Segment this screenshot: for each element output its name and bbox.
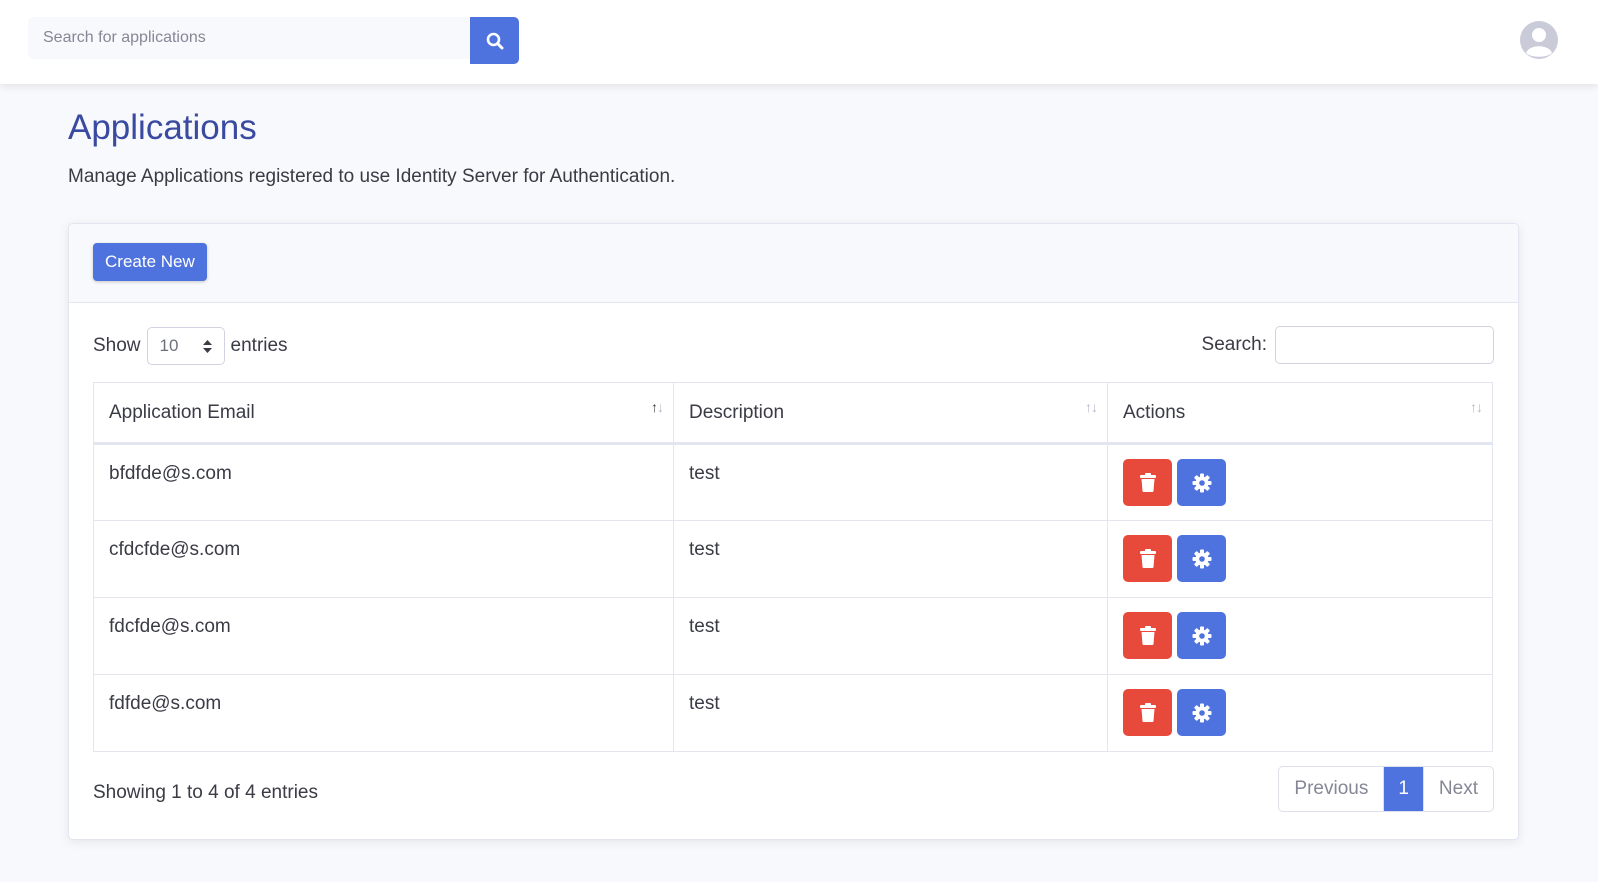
table-row: fdcfde@s.com test [93, 597, 1493, 675]
trash-icon [1139, 626, 1156, 645]
table-search-label: Search: [1201, 334, 1267, 355]
entries-label: entries [230, 335, 288, 356]
app-search [28, 17, 519, 64]
table-info: Showing 1 to 4 of 4 entries [93, 782, 318, 803]
entries-length-control: Show 10 entries [93, 327, 288, 365]
page-description: Manage Applications registered to use Id… [68, 166, 676, 187]
topbar [0, 0, 1598, 84]
previous-page-button[interactable]: Previous [1279, 767, 1385, 811]
pagination: Previous 1 Next [1278, 766, 1494, 812]
description-cell: test [673, 674, 1108, 752]
column-header-actions[interactable]: Actions ↑↓ [1107, 382, 1493, 445]
settings-button[interactable] [1177, 535, 1226, 582]
email-cell: cfdcfde@s.com [93, 520, 674, 598]
column-header-description[interactable]: Description ↑↓ [673, 382, 1108, 445]
gear-icon [1192, 626, 1211, 645]
user-circle-icon [1520, 21, 1558, 59]
entries-length-select[interactable]: 10 [146, 327, 225, 365]
entries-length-value: 10 [159, 336, 179, 355]
user-avatar[interactable] [1519, 20, 1559, 60]
actions-cell [1107, 597, 1493, 675]
actions-cell [1107, 520, 1493, 598]
gear-icon [1192, 549, 1211, 568]
actions-cell [1107, 674, 1493, 752]
sort-icon: ↑↓ [1470, 399, 1483, 415]
applications-card: Create New Show 10 entries Search: Appli… [68, 223, 1519, 840]
search-input[interactable] [28, 17, 470, 59]
description-cell: test [673, 520, 1108, 598]
settings-button[interactable] [1177, 612, 1226, 659]
column-header-email[interactable]: Application Email ↑↓ [93, 382, 674, 445]
trash-icon [1139, 549, 1156, 568]
delete-button[interactable] [1123, 612, 1172, 659]
description-cell: test [673, 443, 1108, 521]
delete-button[interactable] [1123, 535, 1172, 582]
search-button[interactable] [470, 17, 519, 64]
card-header: Create New [69, 224, 1518, 303]
sort-caret-icon [202, 339, 212, 353]
email-cell: bfdfde@s.com [93, 443, 674, 521]
description-cell: test [673, 597, 1108, 675]
email-cell: fdfde@s.com [93, 674, 674, 752]
gear-icon [1192, 703, 1211, 722]
table-row: fdfde@s.com test [93, 674, 1493, 752]
gear-icon [1192, 473, 1211, 492]
next-page-button[interactable]: Next [1422, 767, 1493, 811]
trash-icon [1139, 473, 1156, 492]
table-row: cfdcfde@s.com test [93, 520, 1493, 598]
table-header-row: Application Email ↑↓ Description ↑↓ Acti… [93, 382, 1493, 445]
table-row: bfdfde@s.com test [93, 443, 1493, 521]
create-new-button[interactable]: Create New [93, 243, 207, 281]
sort-icon: ↑↓ [1085, 399, 1098, 415]
sort-asc-icon: ↑↓ [651, 399, 664, 415]
actions-cell [1107, 443, 1493, 521]
page-1-button[interactable]: 1 [1384, 767, 1423, 811]
delete-button[interactable] [1123, 689, 1172, 736]
search-icon [486, 32, 503, 49]
settings-button[interactable] [1177, 689, 1226, 736]
trash-icon [1139, 703, 1156, 722]
table-search-input[interactable] [1275, 326, 1494, 364]
delete-button[interactable] [1123, 459, 1172, 506]
applications-table: Application Email ↑↓ Description ↑↓ Acti… [93, 382, 1493, 752]
settings-button[interactable] [1177, 459, 1226, 506]
table-search: Search: [1202, 326, 1494, 364]
email-cell: fdcfde@s.com [93, 597, 674, 675]
page-title: Applications [68, 108, 257, 147]
show-label: Show [93, 335, 141, 356]
